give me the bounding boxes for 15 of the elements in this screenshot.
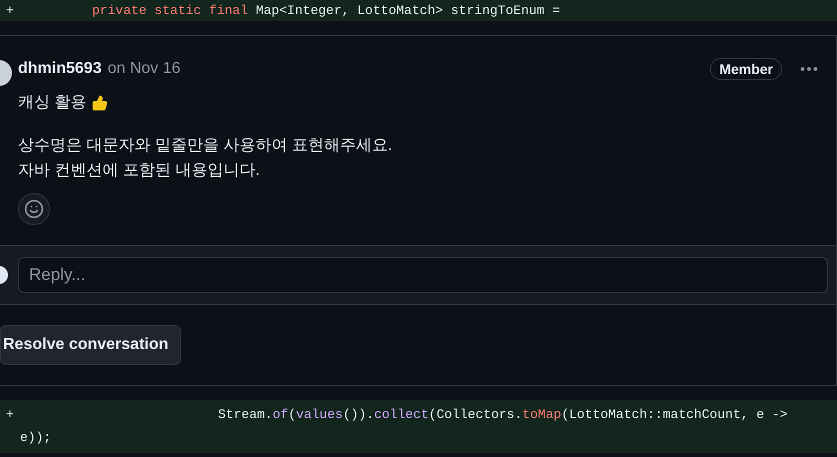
add-reaction-button[interactable] [18,193,50,225]
code-line: Stream.of(values()).collect(Collectors.toMap(LottoMatch::matchCount, e -> [218,407,788,422]
diff-marker: + [5,407,15,422]
reply-field[interactable]: Reply... [18,257,828,293]
comment-text: 상수명은 대문자와 밑줄만을 사용하여 표현해주세요. 자바 컨벤션에 포함된 내용입니다. [18,136,392,181]
comment-text: 캐싱 활용 [18,93,86,113]
diff-marker: + [5,3,15,18]
thumbs-up-icon [92,94,108,110]
code-line: private static final Map<Integer, LottoMatch> stringToEnum = [92,3,560,18]
code-line: e)); [19,430,52,445]
resolve-conversation-button[interactable]: Resolve conversation [0,325,182,365]
role-label: Member [710,58,782,80]
comment-date[interactable]: on Nov 16 [108,60,181,78]
author-name[interactable]: dhmin5693 [18,60,102,78]
smiley-icon [24,199,44,219]
